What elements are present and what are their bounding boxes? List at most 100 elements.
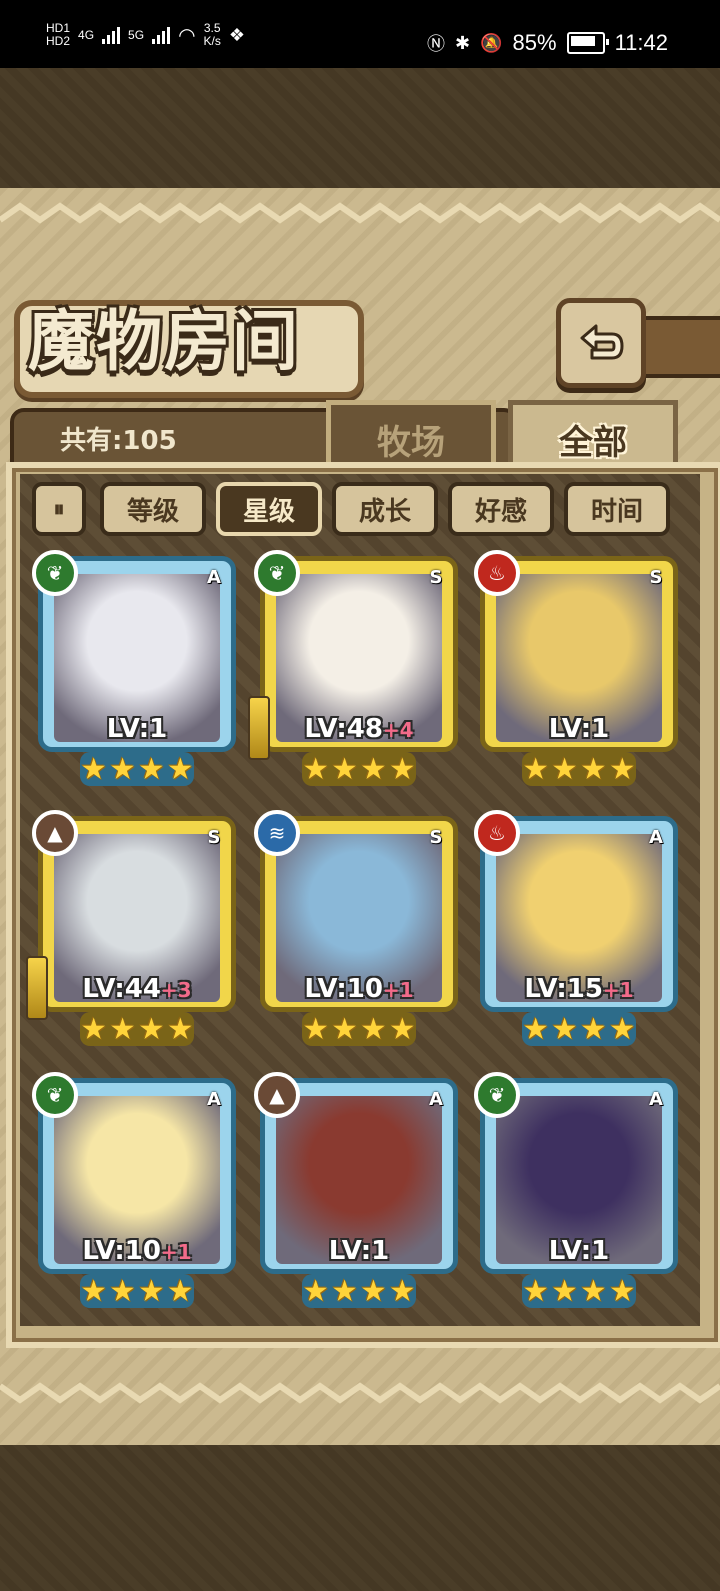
map-background-bottom [0,1445,720,1591]
monster-card[interactable]: A ♨ LV:15+1 ★ ★ ★ ★ [474,810,678,1047]
star-icon: ★ [360,751,387,787]
level-plus: +1 [602,978,634,1002]
star-icon: ★ [109,1011,136,1047]
monster-card[interactable]: A ▲ LV:1 ★ ★ ★ ★ [254,1072,458,1309]
star-icon: ★ [522,1011,550,1047]
star-icon: ★ [302,1011,330,1047]
star-rating: ★ ★ ★ ★ [80,1273,194,1309]
sort-level-button[interactable]: 等级 [100,482,206,536]
network-speed: 3.5 K/s [204,22,221,48]
level-value: LV:44 [82,974,161,1004]
fire-element-icon: ♨ [474,550,520,596]
star-rating: ★ ★ ★ ★ [302,1273,416,1309]
star-icon: ★ [109,751,136,787]
back-button-rail [636,316,720,378]
earth-element-icon: ▲ [254,1072,300,1118]
star-icon: ★ [166,1011,194,1047]
sort-affection-button[interactable]: 好感 [448,482,554,536]
star-icon: ★ [388,1011,416,1047]
monster-card[interactable]: S ❦ LV:48+4 ★ ★ ★ ★ [248,550,458,787]
monster-level: LV:1 [38,714,236,744]
level-value: LV:1 [106,714,168,744]
star-icon: ★ [138,1011,165,1047]
rarity-badge: S [649,567,663,588]
star-rating: ★ ★ ★ ★ [302,751,416,787]
grass-element-icon: ❦ [254,550,300,596]
star-icon: ★ [166,751,194,787]
monster-card[interactable]: S ▲ LV:44+3 ★ ★ ★ ★ [26,810,236,1047]
level-value: LV:48 [304,714,383,744]
grass-element-icon: ❦ [32,1072,78,1118]
vpn-icon: ❖ [228,24,245,45]
status-left: HD1 HD2 4G 5G ◠ 3.5 K/s ❖ [46,22,245,48]
star-icon: ★ [331,751,358,787]
star-icon: ★ [608,751,636,787]
star-icon: ★ [80,751,108,787]
star-icon: ★ [551,1011,578,1047]
status-right: Ⓝ ✱ 🔕 85% 11:42 [427,30,668,56]
sort-star-button[interactable]: 星级 [216,482,322,536]
monster-card[interactable]: S ♨ LV:1 ★ ★ ★ ★ [474,550,678,787]
level-plus: +3 [160,978,192,1002]
star-icon: ★ [580,1273,607,1309]
star-icon: ★ [551,751,578,787]
monster-level: LV:1 [260,1236,458,1266]
nfc-icon: Ⓝ [427,34,446,54]
monster-level: LV:10+1 [260,974,458,1004]
level-value: LV:1 [548,714,610,744]
zigzag-border-top [0,202,720,224]
water-element-icon: ≋ [254,810,300,856]
rarity-badge: S [429,827,443,848]
monster-level: LV:15+1 [480,974,678,1004]
star-icon: ★ [580,1011,607,1047]
star-icon: ★ [138,751,165,787]
hd-label-1: HD [46,21,64,35]
status-bar: HD1 HD2 4G 5G ◠ 3.5 K/s ❖ Ⓝ ✱ 🔕 85% 11:4… [0,0,720,68]
monster-level: LV:44+3 [38,974,236,1004]
star-icon: ★ [166,1273,194,1309]
monster-level: LV:1 [480,714,678,744]
return-arrow-icon [580,324,624,360]
signal-icon [102,26,121,44]
star-icon: ★ [608,1011,636,1047]
star-icon: ★ [80,1273,108,1309]
grass-element-icon: ❦ [32,550,78,596]
monster-card[interactable]: A ❦ LV:1 ★ ★ ★ ★ [474,1072,678,1309]
clock: 11:42 [614,30,668,55]
zigzag-border-bottom [0,1382,720,1404]
star-rating: ★ ★ ★ ★ [522,1273,636,1309]
rarity-badge: A [649,1089,663,1110]
star-rating: ★ ★ ★ ★ [522,1011,636,1047]
pause-play-icon: ⏸ [53,496,65,522]
star-icon: ★ [331,1273,358,1309]
back-button[interactable] [556,298,646,388]
rarity-badge: S [207,827,221,848]
star-icon: ★ [522,1273,550,1309]
star-icon: ★ [551,1273,578,1309]
monster-count: 共有:105 [60,426,177,456]
rarity-badge: A [207,1089,221,1110]
monster-card[interactable]: A ❦ LV:1 ★ ★ ★ ★ [32,550,236,787]
monster-card[interactable]: A ❦ LV:10+1 ★ ★ ★ ★ [32,1072,236,1309]
fire-element-icon: ♨ [474,810,520,856]
speed-unit: K/s [203,34,221,48]
sort-order-toggle[interactable]: ⏸ [32,482,86,536]
monster-level: LV:48+4 [260,714,458,744]
rarity-badge: S [429,567,443,588]
signal-icon-2 [152,26,171,44]
sort-time-button[interactable]: 时间 [564,482,670,536]
mute-icon: 🔕 [480,32,503,53]
star-icon: ★ [360,1011,387,1047]
network-type-label-2: 5G [128,27,145,42]
battery-icon [566,32,609,54]
level-value: LV:15 [524,974,603,1004]
star-rating: ★ ★ ★ ★ [302,1011,416,1047]
sort-growth-button[interactable]: 成长 [332,482,438,536]
star-icon: ★ [388,751,416,787]
earth-element-icon: ▲ [32,810,78,856]
monster-card[interactable]: S ≋ LV:10+1 ★ ★ ★ ★ [254,810,458,1047]
bluetooth-icon: ✱ [455,32,471,53]
star-icon: ★ [302,1273,330,1309]
level-plus: +1 [382,978,414,1002]
star-icon: ★ [360,1273,387,1309]
